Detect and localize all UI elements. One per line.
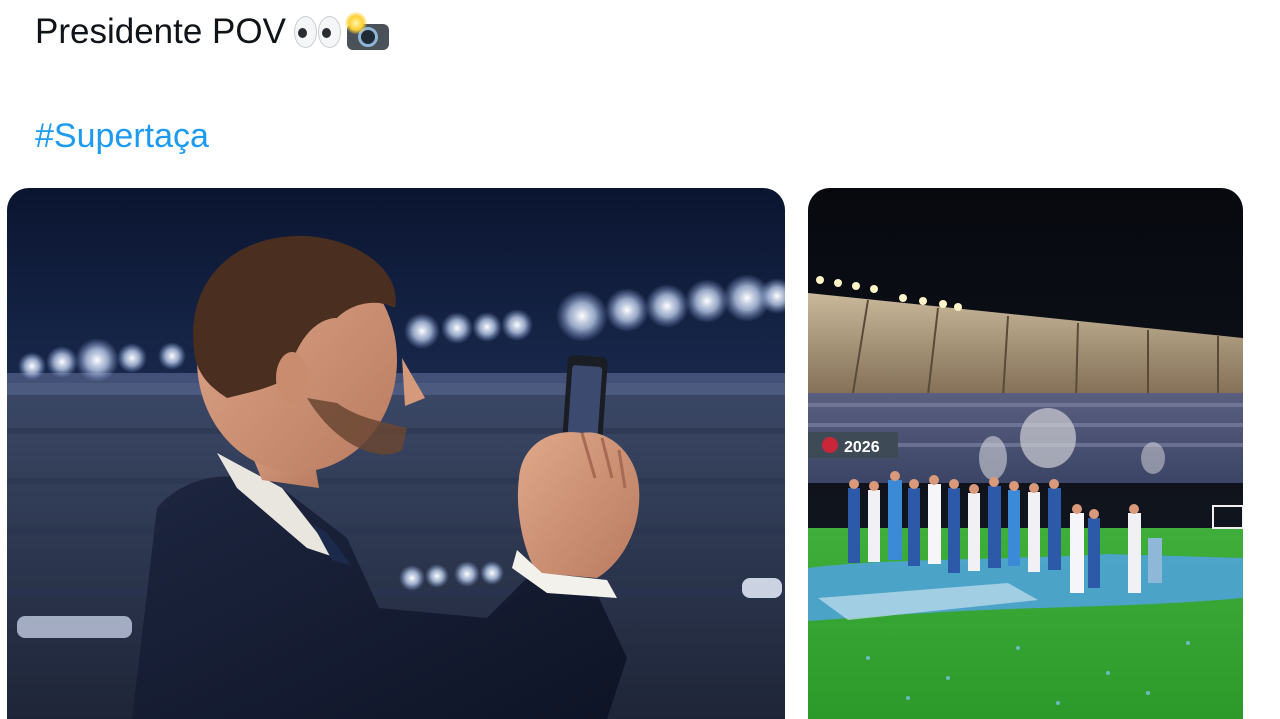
eyes-icon	[293, 16, 341, 48]
tweet-text-line: Presidente POV	[35, 10, 391, 54]
board-text: 2026	[844, 439, 880, 456]
hashtag-link[interactable]: #Supertaça	[35, 114, 209, 158]
photo-stadium-celebration[interactable]: 2026	[808, 188, 1243, 719]
camera-flash-icon	[344, 12, 391, 52]
tweet-text: Presidente POV	[35, 12, 286, 51]
photo-stadium-celebration-image: 2026	[808, 188, 1243, 719]
photo-president-filming[interactable]	[7, 188, 785, 719]
photo-president-filming-image	[7, 188, 785, 719]
